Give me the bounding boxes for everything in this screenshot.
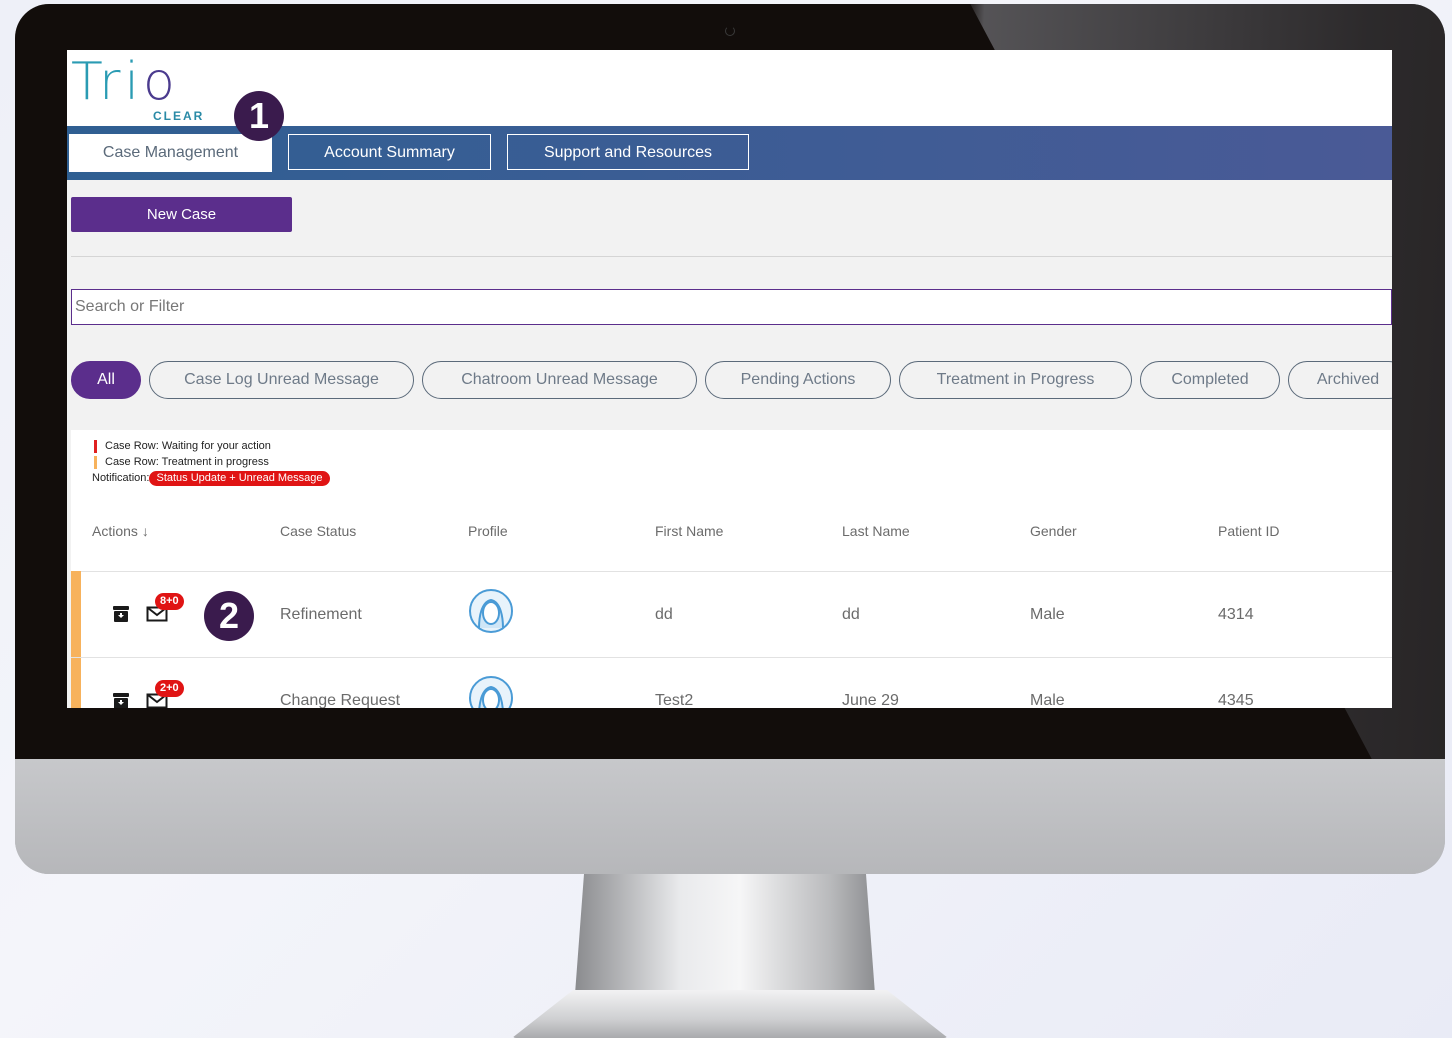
step-marker-2: 2	[204, 591, 254, 641]
filter-chatroom-unread[interactable]: Chatroom Unread Message	[422, 361, 697, 399]
filter-pending-actions[interactable]: Pending Actions	[705, 361, 891, 399]
divider	[71, 256, 1392, 257]
monitor-chin	[15, 759, 1445, 874]
tab-case-management[interactable]: Case Management	[69, 134, 272, 172]
table-row[interactable]: 2+0 Change Request Test2 June 29 Male 43…	[71, 658, 1392, 708]
app-screen: Trio CLEAR Case Management Account Summa…	[67, 50, 1392, 708]
step-marker-1: 1	[234, 91, 284, 141]
filter-case-log-unread[interactable]: Case Log Unread Message	[149, 361, 414, 399]
in-progress-color-bar	[94, 455, 97, 469]
filter-completed[interactable]: Completed	[1140, 361, 1280, 399]
unread-count-badge: 2+0	[155, 680, 184, 697]
legend-in-progress: Case Row: Treatment in progress	[94, 454, 330, 470]
first-name-cell: Test2	[655, 692, 694, 708]
new-case-button[interactable]: New Case	[71, 197, 292, 232]
gender-cell: Male	[1030, 692, 1065, 708]
table-row[interactable]: 8+0 Refinement dd dd Male 4314	[71, 571, 1392, 657]
notification-badge: Status Update + Unread Message	[149, 471, 330, 486]
row-status-bar	[71, 658, 81, 708]
trio-clear-logo[interactable]: Trio CLEAR	[71, 56, 202, 123]
logo-subtitle: CLEAR	[153, 109, 205, 123]
camera-icon	[725, 26, 735, 36]
table-header: Actions ↓ Case Status Profile First Name…	[71, 522, 1392, 570]
filter-all[interactable]: All	[71, 361, 141, 399]
patient-id-cell: 4345	[1218, 692, 1254, 708]
filter-archived[interactable]: Archived	[1288, 361, 1392, 399]
first-name-cell: dd	[655, 606, 673, 623]
header-last-name[interactable]: Last Name	[842, 522, 910, 540]
legend: Case Row: Waiting for your action Case R…	[92, 438, 330, 486]
last-name-cell: dd	[842, 606, 860, 623]
case-table-panel: Case Row: Waiting for your action Case R…	[71, 430, 1392, 708]
legend-waiting: Case Row: Waiting for your action	[94, 438, 330, 454]
legend-notification: Notification: Status Update + Unread Mess…	[92, 470, 330, 486]
header-first-name[interactable]: First Name	[655, 522, 723, 540]
case-status-cell: Refinement	[280, 606, 362, 623]
case-status-cell: Change Request	[280, 692, 401, 708]
profile-avatar-icon[interactable]	[468, 588, 514, 634]
monitor-stand	[575, 874, 875, 994]
last-name-cell: June 29	[842, 692, 899, 708]
profile-avatar-icon[interactable]	[468, 675, 514, 708]
patient-id-cell: 4314	[1218, 606, 1254, 623]
row-status-bar	[71, 571, 81, 657]
unread-count-badge: 8+0	[155, 593, 184, 610]
header-profile[interactable]: Profile	[468, 522, 508, 540]
monitor-stand-base	[512, 990, 948, 1038]
search-input[interactable]: Search or Filter	[71, 289, 1392, 325]
header-actions[interactable]: Actions ↓	[92, 522, 149, 540]
gender-cell: Male	[1030, 606, 1065, 623]
waiting-color-bar	[94, 439, 97, 453]
filter-treatment-in-progress[interactable]: Treatment in Progress	[899, 361, 1132, 399]
tab-account-summary[interactable]: Account Summary	[288, 134, 491, 170]
tab-support-and-resources[interactable]: Support and Resources	[507, 134, 749, 170]
sort-arrow-icon: ↓	[141, 523, 149, 539]
archive-icon[interactable]	[112, 692, 130, 708]
header-patient-id[interactable]: Patient ID	[1218, 522, 1279, 540]
header-gender[interactable]: Gender	[1030, 522, 1077, 540]
header-case-status[interactable]: Case Status	[280, 522, 356, 540]
archive-icon[interactable]	[112, 605, 130, 623]
